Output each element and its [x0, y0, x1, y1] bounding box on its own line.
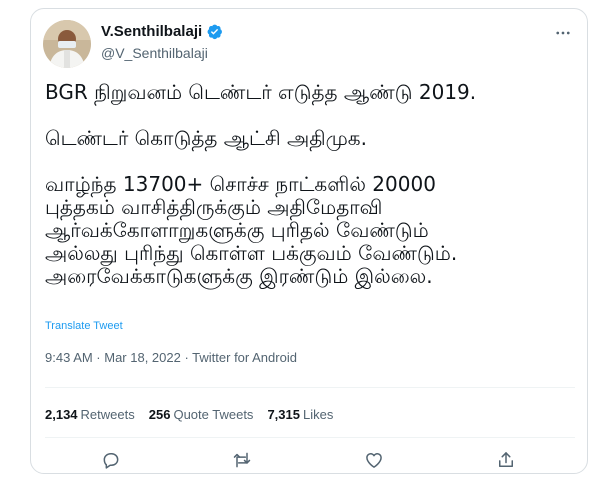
tweet-line: ஆர்வக்கோளாறுகளுக்கு புரிதல் வேண்டும்	[45, 218, 429, 242]
tweet-line: BGR நிறுவனம் டெண்டர் எடுத்த ஆண்டு 2019.	[45, 80, 477, 104]
retweet-icon[interactable]	[231, 449, 253, 471]
divider	[45, 437, 575, 438]
author-name-row: V.Senthilbalaji	[101, 23, 223, 40]
reply-icon[interactable]	[100, 449, 122, 471]
like-icon[interactable]	[363, 449, 385, 471]
divider	[45, 387, 575, 388]
retweets-count: 2,134	[45, 407, 78, 422]
tweet-timestamp-source[interactable]: 9:43 AM · Mar 18, 2022 · Twitter for And…	[45, 350, 297, 365]
author-handle[interactable]: @V_Senthilbalaji	[101, 45, 208, 61]
likes-label: Likes	[302, 407, 334, 422]
quote-tweets-count: 256	[148, 407, 171, 422]
translate-tweet-link[interactable]: Translate Tweet	[45, 320, 123, 332]
likes-count: 7,315	[267, 407, 300, 422]
tweet-card: V.Senthilbalaji @V_Senthilbalaji BGR நிற…	[30, 8, 588, 474]
more-icon[interactable]	[553, 23, 573, 43]
tweet-actions	[31, 449, 587, 475]
likes-stat[interactable]: 7,315 Likes	[267, 407, 333, 422]
verified-badge-icon	[206, 23, 223, 40]
quote-tweets-label: Quote Tweets	[173, 407, 254, 422]
tweet-line: டெண்டர் கொடுத்த ஆட்சி அதிமுக.	[45, 126, 367, 150]
retweets-label: Retweets	[80, 407, 135, 422]
tweet-line: அல்லது புரிந்து கொள்ள பக்குவம் வேண்டும்.	[45, 241, 458, 265]
share-icon[interactable]	[495, 449, 517, 471]
tweet-text: BGR நிறுவனம் டெண்டர் எடுத்த ஆண்டு 2019. …	[45, 81, 575, 288]
engagement-stats: 2,134 Retweets 256 Quote Tweets 7,315 Likes	[45, 407, 333, 422]
author-name[interactable]: V.Senthilbalaji	[101, 23, 202, 40]
retweets-stat[interactable]: 2,134 Retweets	[45, 407, 135, 422]
tweet-line: புத்தகம் வாசித்திருக்கும் அதிமேதாவி	[45, 195, 383, 219]
avatar[interactable]	[43, 20, 91, 68]
tweet-line: அரைவேக்காடுகளுக்கு இரண்டும் இல்லை.	[45, 264, 433, 288]
tweet-line: வாழ்ந்த 13700+ சொச்ச நாட்களில் 20000	[45, 172, 436, 196]
quote-tweets-stat[interactable]: 256 Quote Tweets	[149, 407, 254, 422]
